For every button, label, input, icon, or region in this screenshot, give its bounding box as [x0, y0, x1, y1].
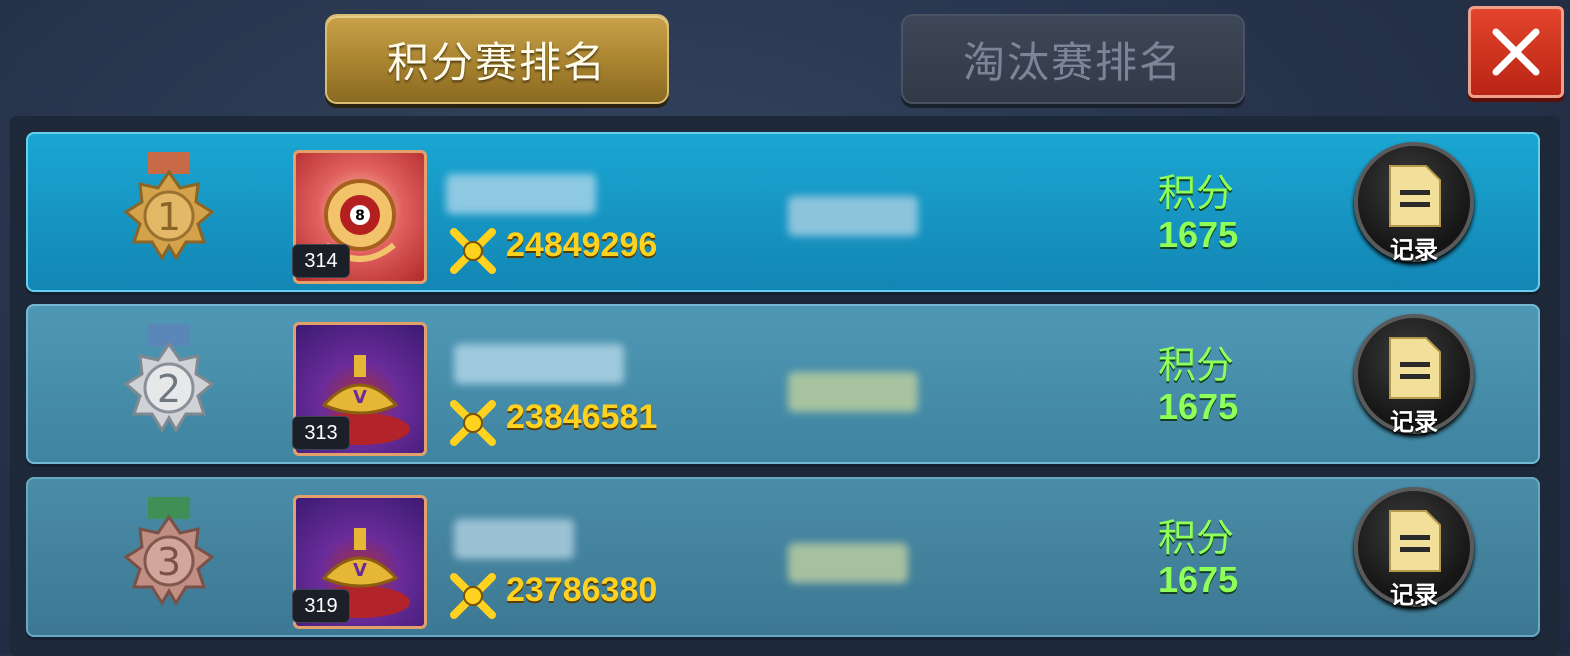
- power-value: 23846581: [506, 398, 658, 436]
- ranking-row: 1 8 314 24849296 积分 1675 记录: [26, 132, 1540, 292]
- level-badge: 319: [292, 589, 350, 623]
- document-icon: [1389, 337, 1441, 399]
- record-label: 记录: [1390, 409, 1438, 436]
- score-value: 1675: [1158, 386, 1239, 427]
- svg-text:3: 3: [157, 540, 181, 584]
- power-value: 24849296: [506, 226, 658, 264]
- document-icon: [1389, 510, 1441, 572]
- record-button[interactable]: 记录: [1354, 142, 1474, 264]
- power-value: 23786380: [506, 571, 658, 609]
- record-label: 记录: [1390, 582, 1438, 609]
- ranking-row: 2 V 313 23846581 积分 1675 记录: [26, 304, 1540, 464]
- score-label: 积分: [1158, 345, 1235, 387]
- level-badge: 314: [292, 244, 350, 278]
- player-name-redacted: [454, 344, 624, 384]
- record-label: 记录: [1390, 237, 1438, 264]
- score-label: 积分: [1158, 173, 1235, 215]
- svg-text:2: 2: [157, 367, 181, 411]
- guild-name-redacted: [788, 372, 918, 412]
- close-button[interactable]: [1468, 6, 1564, 98]
- tab-points-ranking[interactable]: 积分赛排名: [325, 14, 669, 104]
- player-name-redacted: [446, 174, 596, 214]
- svg-text:V: V: [353, 387, 367, 408]
- guild-name-redacted: [788, 196, 918, 236]
- tab-elimination-ranking[interactable]: 淘汰赛排名: [901, 14, 1245, 104]
- bronze-medal-icon: 3: [123, 497, 215, 606]
- close-icon: [1492, 28, 1540, 76]
- score-value: 1675: [1158, 559, 1239, 600]
- svg-text:8: 8: [355, 208, 365, 224]
- svg-text:V: V: [353, 560, 367, 581]
- ranking-row: 3 V 319 23786380 积分 1675 记录: [26, 477, 1540, 637]
- player-name-redacted: [454, 519, 574, 559]
- crossed-swords-icon: [450, 573, 496, 619]
- svg-text:1: 1: [157, 195, 181, 239]
- score-value: 1675: [1158, 214, 1239, 255]
- record-button[interactable]: 记录: [1354, 314, 1474, 436]
- crossed-swords-icon: [450, 228, 496, 274]
- level-badge: 313: [292, 416, 350, 450]
- crossed-swords-icon: [450, 400, 496, 446]
- guild-name-redacted: [788, 543, 908, 583]
- gold-medal-icon: 1: [123, 152, 215, 261]
- silver-medal-icon: 2: [123, 324, 215, 433]
- score-label: 积分: [1158, 518, 1235, 560]
- record-button[interactable]: 记录: [1354, 487, 1474, 609]
- document-icon: [1389, 165, 1441, 227]
